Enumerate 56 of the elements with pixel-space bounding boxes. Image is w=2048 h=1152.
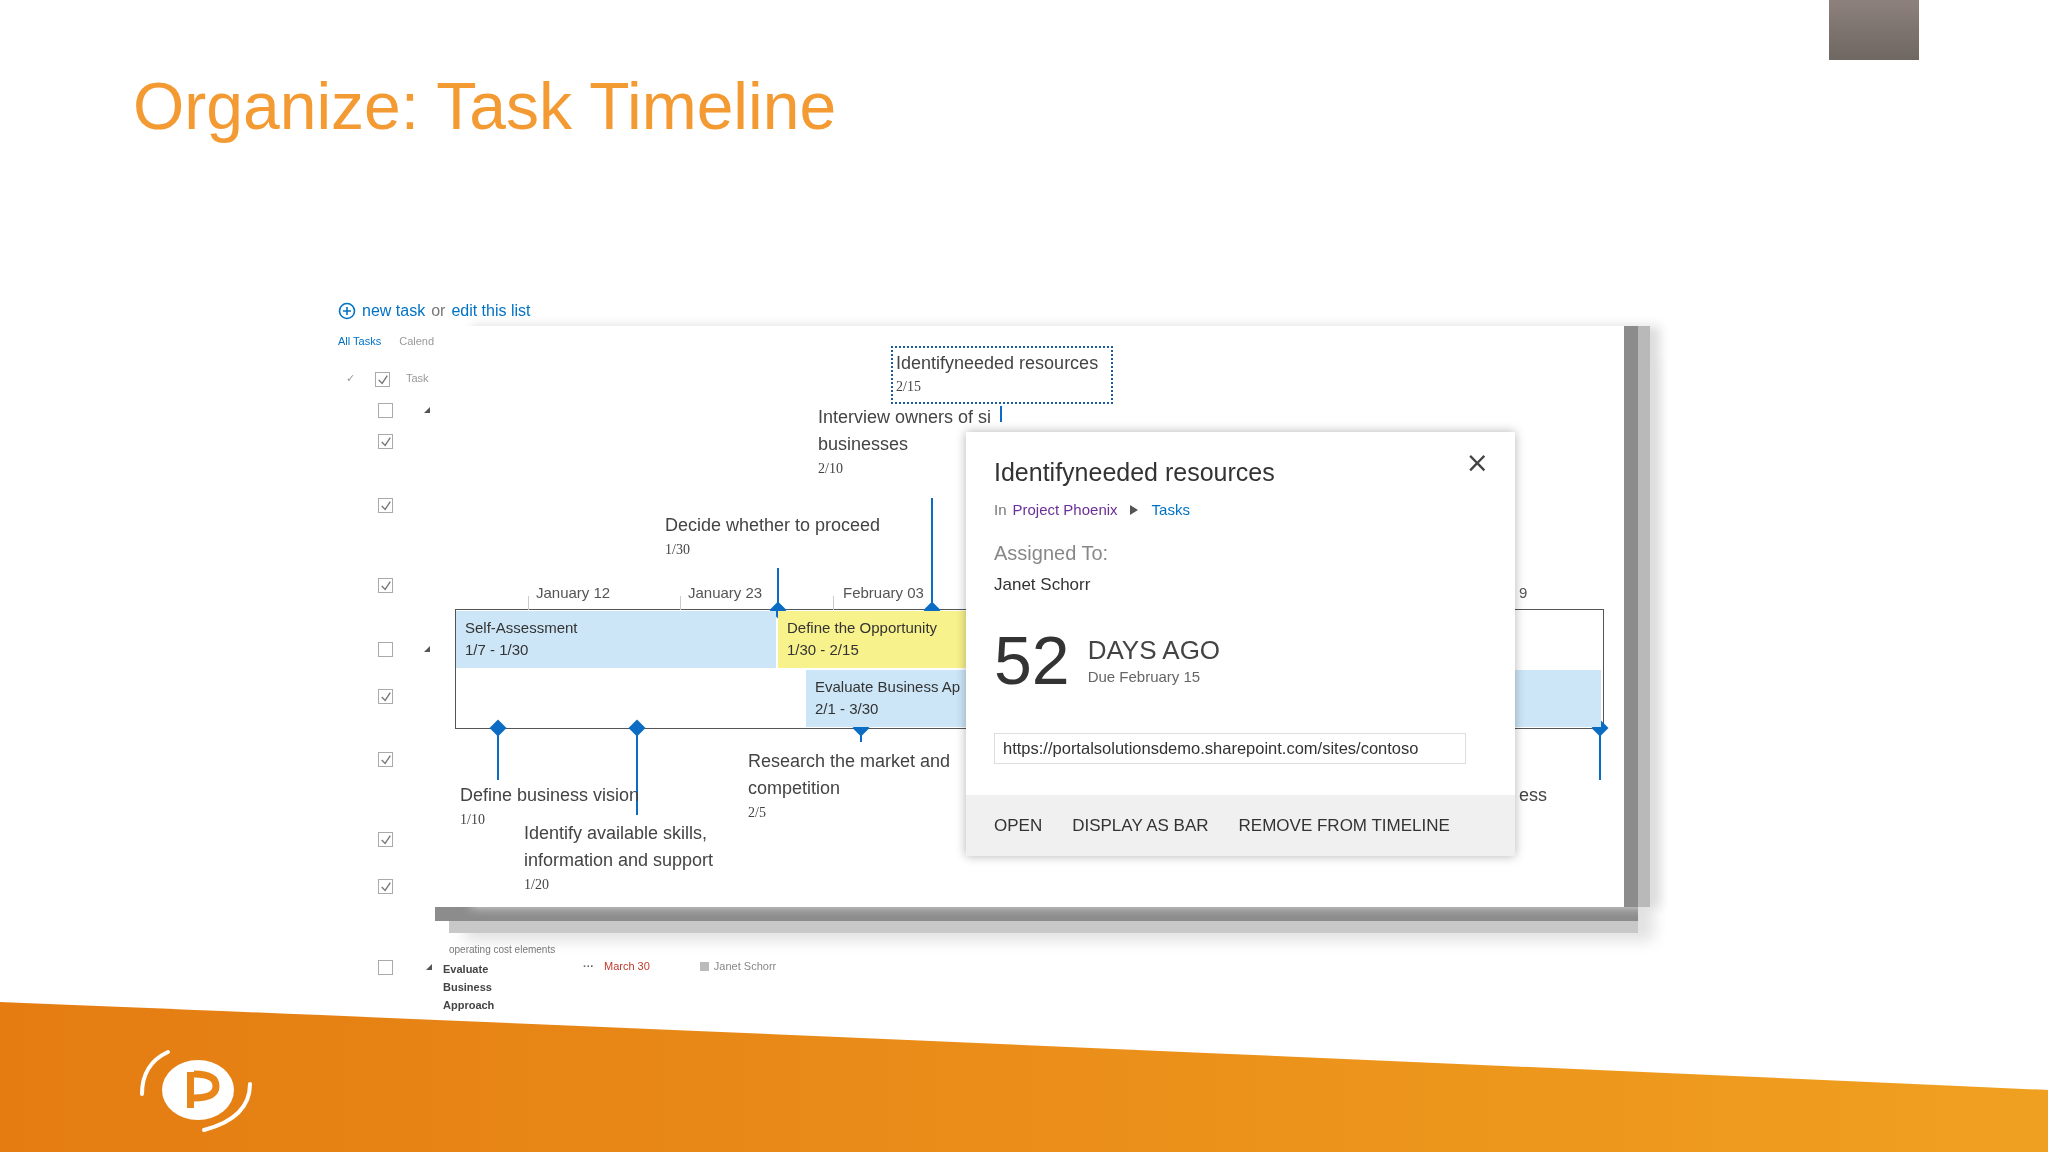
axis-label: January 23 [688, 584, 763, 601]
edit-list-link[interactable]: edit this list [451, 302, 531, 320]
action-button[interactable]: DISPLAY AS BAR [1072, 811, 1209, 840]
milestone-label[interactable]: Research the market and competition 2/5 [748, 748, 951, 824]
assignee: Janet Schorr [699, 960, 777, 972]
timeline-bar[interactable]: Define the Opportunity 1/30 - 2/15 [778, 611, 968, 668]
days-count: 52 [994, 625, 1070, 695]
axis-label: 9 [1519, 584, 1528, 601]
due-date: March 30 [604, 960, 650, 972]
checkbox[interactable] [378, 879, 393, 894]
axis-label: January 12 [536, 584, 611, 601]
timeline-bar[interactable]: Evaluate Business Ap 2/1 - 3/30 [806, 670, 968, 727]
timeline-bar[interactable]: Self-Assessment 1/7 - 1/30 [456, 611, 776, 668]
breadcrumb-prefix: In [994, 501, 1007, 518]
due-date: Due February 15 [1087, 668, 1202, 685]
assignee-name: Janet Schorr [994, 575, 1092, 595]
list-link[interactable]: Tasks [1151, 501, 1190, 518]
milestone-label[interactable]: Identifyneeded resources 2/15 [891, 346, 1113, 404]
checkbox[interactable] [378, 832, 393, 847]
task-title[interactable]: Evaluate Business Approach [443, 960, 513, 1014]
checkbox[interactable] [378, 642, 393, 657]
milestone-connector [489, 719, 507, 781]
days-unit: DAYS AGO [1087, 635, 1221, 666]
checkbox[interactable] [375, 372, 390, 387]
checkbox[interactable] [378, 498, 393, 513]
collapse-icon[interactable] [423, 406, 431, 414]
collapse-icon[interactable] [423, 645, 431, 653]
joiner-text: or [431, 302, 446, 320]
milestone-connector [1591, 719, 1609, 781]
ellipsis-menu[interactable]: ··· [583, 960, 594, 972]
axis-label: February 03 [843, 584, 924, 601]
field-label: Assigned To: [994, 542, 1110, 565]
checkbox[interactable] [378, 434, 393, 449]
action-button[interactable]: REMOVE FROM TIMELINE [1238, 811, 1450, 840]
action-button[interactable]: OPEN [994, 811, 1043, 840]
checkbox[interactable] [378, 403, 393, 418]
view-tab[interactable]: All Tasks [338, 335, 382, 347]
caret-icon [1129, 504, 1138, 515]
slide-title: Organize: Task Timeline [133, 68, 837, 144]
checkbox[interactable] [378, 578, 393, 593]
callout-title: Identifyneeded resources [994, 458, 1275, 487]
url-field[interactable]: https://portalsolutionsdemo.sharepoint.com/sites/contoso [994, 733, 1466, 764]
site-link[interactable]: Project Phoenix [1012, 501, 1118, 518]
checkbox[interactable] [378, 689, 393, 704]
milestone-connector [769, 567, 787, 619]
close-button[interactable]: × [1461, 448, 1493, 478]
milestone-label[interactable]: Identify available skills, information and support 1/20 [524, 820, 714, 896]
milestone-label[interactable]: ess [1519, 782, 1547, 809]
checkbox[interactable] [378, 960, 393, 975]
checkbox[interactable] [378, 752, 393, 767]
new-task-link[interactable]: new task [362, 302, 426, 320]
milestone-label[interactable]: Decide whether to proceed 1/30 [665, 512, 881, 561]
add-icon [338, 302, 356, 320]
milestone-connector [1000, 405, 1002, 423]
task-title: operating cost elements [449, 944, 556, 956]
collapse-icon[interactable] [425, 963, 433, 971]
